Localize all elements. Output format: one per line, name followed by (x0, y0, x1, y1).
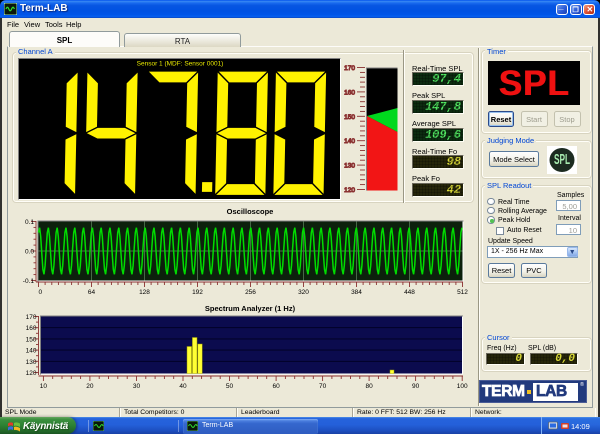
svg-text:170: 170 (26, 314, 37, 321)
svg-text:20: 20 (86, 383, 94, 390)
svg-text:100: 100 (457, 383, 468, 390)
svg-text:10: 10 (40, 383, 48, 390)
svg-text:30: 30 (133, 383, 141, 390)
svg-text:128: 128 (139, 289, 150, 296)
svg-text:-0.1: -0.1 (23, 278, 35, 285)
svg-text:150: 150 (344, 114, 355, 121)
svg-text:140: 140 (26, 348, 37, 355)
svg-text:120: 120 (344, 187, 355, 194)
svg-text:0.0: 0.0 (25, 249, 34, 256)
svg-text:320: 320 (298, 289, 309, 296)
svg-text:0.1: 0.1 (25, 219, 34, 226)
svg-text:SPL: SPL (554, 150, 570, 167)
svg-text:130: 130 (344, 163, 355, 170)
svg-text:70: 70 (319, 383, 327, 390)
svg-text:192: 192 (192, 289, 203, 296)
svg-text:120: 120 (26, 370, 37, 377)
svg-text:130: 130 (26, 359, 37, 366)
svg-text:60: 60 (272, 383, 280, 390)
svg-text:512: 512 (457, 289, 468, 296)
svg-text:448: 448 (404, 289, 415, 296)
svg-text:50: 50 (226, 383, 234, 390)
svg-text:80: 80 (365, 383, 373, 390)
svg-text:90: 90 (412, 383, 420, 390)
svg-text:160: 160 (344, 89, 355, 96)
svg-text:0: 0 (39, 289, 43, 296)
svg-text:384: 384 (351, 289, 362, 296)
svg-text:160: 160 (26, 325, 37, 332)
svg-text:140: 140 (344, 138, 355, 145)
svg-text:40: 40 (179, 383, 187, 390)
svg-text:Sensor 1 (MDF: Sensor 0001): Sensor 1 (MDF: Sensor 0001) (137, 60, 224, 67)
svg-text:170: 170 (344, 65, 355, 72)
svg-text:64: 64 (88, 289, 96, 296)
svg-text:150: 150 (26, 336, 37, 343)
svg-text:256: 256 (245, 289, 256, 296)
